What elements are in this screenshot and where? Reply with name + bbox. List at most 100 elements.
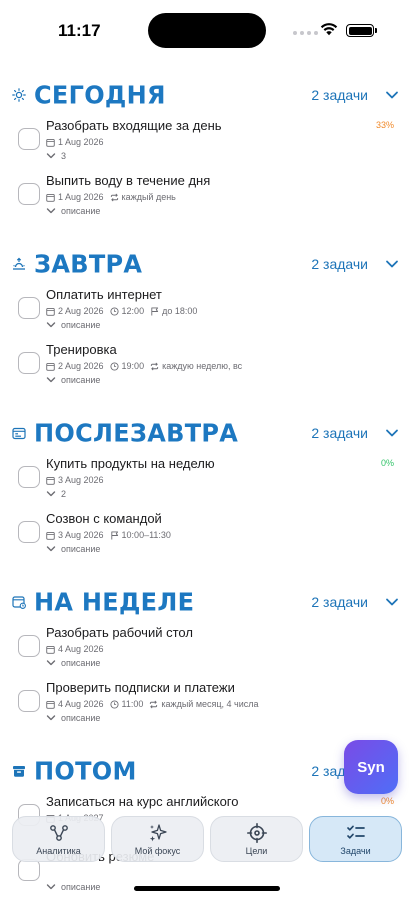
chevron-down-icon[interactable] [384, 257, 400, 271]
task-checkbox[interactable] [18, 690, 40, 712]
task-row[interactable]: Разобрать входящие за день 1 Aug 2026 3 … [0, 118, 414, 170]
task-progress-percent: 0% [380, 796, 394, 806]
section-header[interactable]: ПОСЛЕЗАВТРА 2 задачи [12, 416, 402, 450]
battery-icon [346, 24, 377, 37]
task-meta: 1 Aug 2026 [46, 137, 104, 147]
chevron-down-icon [46, 377, 56, 383]
tab-3[interactable]: Задачи [309, 816, 402, 862]
task-recurrence: каждую неделю, вс [162, 361, 243, 371]
task-row[interactable]: Проверить подписки и платежи 4 Aug 2026 1… [0, 680, 414, 732]
task-expand-toggle[interactable]: описание [46, 320, 100, 330]
status-time: 11:17 [58, 21, 101, 40]
task-checkbox[interactable] [18, 183, 40, 205]
tab-2[interactable]: Цели [210, 816, 303, 862]
task-progress-percent: 0% [380, 458, 394, 468]
task-row[interactable]: Разобрать рабочий стол 4 Aug 2026 описан… [0, 625, 414, 677]
tab-0[interactable]: Аналитика [12, 816, 105, 862]
dynamic-island [148, 13, 266, 48]
tab-1[interactable]: Мой фокус [111, 816, 204, 862]
task-row[interactable]: Тренировка 2 Aug 2026 19:00 каждую неделю,… [0, 342, 414, 394]
task-title[interactable]: Оплатить интернет [46, 287, 162, 302]
tab-label: Аналитика [36, 845, 81, 856]
task-meta: 3 Aug 2026 10:00–11:30 [46, 530, 171, 540]
task-checkbox[interactable] [18, 466, 40, 488]
task-row[interactable]: Выпить воду в течение дня 1 Aug 2026 кажд… [0, 173, 414, 225]
calendar-icon [46, 362, 55, 371]
task-recurrence: каждый день [121, 192, 176, 202]
task-title[interactable]: Записаться на курс английского [46, 794, 238, 809]
syn-assistant-button[interactable]: Syn [344, 740, 398, 794]
task-count[interactable]: 2 задачи [311, 256, 368, 272]
task-date: 2 Aug 2026 [58, 361, 104, 371]
clock-icon [109, 699, 119, 709]
section-title: СЕГОДНЯ [34, 80, 166, 110]
section-header[interactable]: НА НЕДЕЛЕ 2 задачи [12, 585, 402, 619]
task-count[interactable]: 2 задачи [311, 87, 368, 103]
task-subtitle: 3 [61, 151, 67, 161]
tab-label: Мой фокус [134, 845, 181, 856]
calendar-icon [46, 476, 55, 485]
status-bar: 11:17 [0, 0, 414, 60]
task-date: 3 Aug 2026 [58, 475, 104, 485]
task-title[interactable]: Купить продукты на неделю [46, 456, 215, 471]
calendar-range-icon [12, 426, 26, 440]
task-recurrence: каждый месяц, 4 числа [161, 699, 259, 709]
calendar-icon [46, 531, 55, 540]
task-row[interactable]: Оплатить интернет 2 Aug 2026 12:00 до 18:0… [0, 287, 414, 339]
task-meta: 4 Aug 2026 [46, 644, 104, 654]
task-title[interactable]: Проверить подписки и платежи [46, 680, 235, 695]
task-meta: 1 Aug 2026 каждый день [46, 192, 176, 202]
task-row[interactable]: Купить продукты на неделю 3 Aug 2026 2 0… [0, 456, 414, 508]
signal-dots-icon [293, 31, 318, 35]
task-title[interactable]: Выпить воду в течение дня [46, 173, 210, 188]
task-count[interactable]: 2 задачи [311, 594, 368, 610]
repeat-icon [150, 362, 159, 370]
task-expand-toggle[interactable]: описание [46, 206, 100, 216]
chevron-down-icon[interactable] [384, 595, 400, 609]
task-expand-toggle[interactable]: 3 [46, 151, 66, 161]
task-expand-toggle[interactable]: описание [46, 375, 100, 385]
calendar-icon [46, 138, 55, 147]
chevron-down-icon [46, 884, 56, 890]
task-checkbox[interactable] [18, 297, 40, 319]
section-header[interactable]: ЗАВТРА 2 задачи [12, 247, 402, 281]
section-title: ПОСЛЕЗАВТРА [34, 418, 239, 448]
task-checkbox[interactable] [18, 128, 40, 150]
task-checkbox[interactable] [18, 859, 40, 881]
task-expand-toggle[interactable]: описание [46, 658, 100, 668]
task-subtitle: описание [61, 375, 101, 385]
chevron-down-icon[interactable] [384, 426, 400, 440]
task-count[interactable]: 2 задачи [311, 425, 368, 441]
calendar-icon [46, 307, 55, 316]
task-expand-toggle[interactable]: описание [46, 544, 100, 554]
calendar-icon [46, 645, 55, 654]
clock-icon [109, 306, 119, 316]
section-3: НА НЕДЕЛЕ 2 задачи Разобрать рабочий сто… [0, 583, 414, 752]
task-expand-toggle[interactable]: 2 [46, 489, 66, 499]
chevron-down-icon [46, 208, 56, 214]
task-title[interactable]: Тренировка [46, 342, 117, 357]
task-expand-toggle[interactable]: описание [46, 713, 100, 723]
task-subtitle: описание [61, 713, 101, 723]
task-checkbox[interactable] [18, 521, 40, 543]
chevron-down-icon[interactable] [384, 88, 400, 102]
task-meta: 2 Aug 2026 19:00 каждую неделю, вс [46, 361, 242, 371]
task-title[interactable]: Созвон с командой [46, 511, 162, 526]
task-title[interactable]: Разобрать рабочий стол [46, 625, 193, 640]
section-0: СЕГОДНЯ 2 задачи Разобрать входящие за д… [0, 76, 414, 245]
task-subtitle: описание [61, 206, 101, 216]
task-row[interactable]: Созвон с командой 3 Aug 2026 10:00–11:30 … [0, 511, 414, 563]
tab-label: Цели [245, 845, 268, 856]
task-expand-toggle[interactable]: описание [46, 882, 100, 892]
flag-icon [151, 306, 159, 316]
task-deadline: 10:00–11:30 [121, 530, 171, 540]
task-deadline: до 18:00 [162, 306, 198, 316]
task-title[interactable]: Разобрать входящие за день [46, 118, 222, 133]
task-checkbox[interactable] [18, 635, 40, 657]
section-2: ПОСЛЕЗАВТРА 2 задачи Купить продукты на … [0, 414, 414, 583]
task-date: 4 Aug 2026 [58, 699, 104, 709]
section-header[interactable]: СЕГОДНЯ 2 задачи [12, 78, 402, 112]
task-checkbox[interactable] [18, 352, 40, 374]
repeat-icon [150, 700, 158, 708]
chevron-down-icon [46, 660, 56, 666]
